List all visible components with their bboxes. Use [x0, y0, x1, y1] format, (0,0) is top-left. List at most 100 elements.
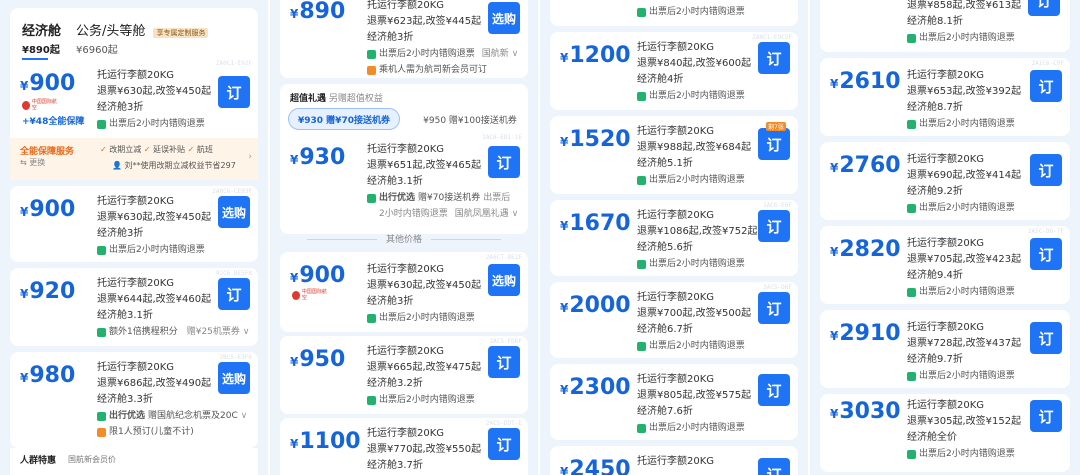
order-button[interactable]: 订: [1028, 0, 1060, 16]
fare-price: ¥2820: [830, 237, 901, 262]
fare-code: 2AC6-ED1-1E: [482, 134, 522, 141]
tab-first-badge: 享专属定制服务: [153, 28, 209, 38]
fare-price: ¥900: [290, 263, 346, 288]
guarantee-user-note: 👤 刘**使用改期立减权益节省297: [112, 161, 236, 170]
tab-economy-label: 经济舱: [22, 24, 62, 39]
fare-price: ¥2000: [560, 293, 631, 318]
fare-card[interactable]: 2A8C6-CE93F ¥900 托运行李额20KG 退票¥630起,改签¥450…: [10, 186, 258, 262]
fare-card[interactable]: 2BC5-E3F6 ¥980 托运行李额20KG 退票¥686起,改签¥490起经…: [10, 352, 258, 448]
chevron-right-icon: ›: [248, 152, 252, 162]
select-button[interactable]: 选购: [488, 2, 520, 34]
result-column-3: 出票后2小时内错购退票 ZA0C1-E9C2F ¥1200 托运行李额20KG 退…: [540, 0, 808, 475]
order-button[interactable]: 订: [1030, 322, 1062, 354]
gift-offer-card: 超值礼遇 另赠超值权益 ¥930 赠¥70接送机券 ¥950 赠¥100接送机券…: [280, 84, 528, 234]
order-button[interactable]: 订: [758, 128, 790, 160]
gift-option-selected[interactable]: ¥930 赠¥70接送机券: [288, 108, 400, 130]
fare-card[interactable]: 2A5C-D6-7F ¥2820 托运行李额20KG 退票¥705起,改签¥423…: [820, 226, 1070, 304]
fare-price: ¥1520: [560, 127, 631, 152]
gift-option[interactable]: ¥950 赠¥100接送机券: [420, 108, 520, 130]
crowd-offer-title: 人群特惠: [20, 456, 57, 466]
fare-card[interactable]: 2AC5-D6F ¥2000 托运行李额20KG 退票¥700起,改签¥500起经…: [550, 282, 798, 358]
order-button[interactable]: 订: [758, 42, 790, 74]
fare-card[interactable]: 2AC5-DDT-E ¥1100 托运行李额20KG 退票¥770起,改签¥550…: [280, 418, 528, 475]
fare-code: 2AC6-E6F: [763, 202, 792, 209]
result-column-1: 经济舱 ¥890起 公务/头等舱 享专属定制服务 ¥6960起 ZA0C1-E9…: [0, 0, 268, 475]
baggage-allowance: 托运行李额20KG: [97, 70, 175, 81]
fare-price: ¥2450: [560, 457, 631, 475]
order-button[interactable]: 订: [758, 374, 790, 406]
fare-code: 2AC5-DDT-E: [485, 420, 522, 427]
fare-price: ¥2300: [560, 375, 631, 400]
order-button[interactable]: 订: [1030, 70, 1062, 102]
guarantee-service-bar[interactable]: 全能保障服务 ⇆ 更换 ✓ 改期立减 ✓ 延误补贴 ✓ 航班 👤 刘**使用改期…: [10, 138, 258, 180]
refund-change-fee: 退票¥630起,改签¥450起: [97, 86, 212, 97]
fare-code: 2A1C6-C9F: [1031, 60, 1064, 67]
order-button[interactable]: 订: [488, 428, 520, 460]
order-button[interactable]: 订: [1030, 238, 1062, 270]
gift-header: 超值礼遇 另赠超值权益: [290, 94, 383, 104]
fare-card[interactable]: 2AC5-FD6F ¥950 托运行李额20KG 退票¥665起,改签¥475起经…: [280, 336, 528, 414]
fare-price: ¥3030: [830, 399, 901, 424]
tab-first-label: 公务/头等舱: [76, 24, 146, 39]
fare-details: 托运行李额20KG 退票¥665起,改签¥475起 经济舱3.2折 出票后2小时内错…: [367, 346, 482, 405]
order-button[interactable]: 订: [758, 458, 790, 475]
airline-logo: 中国国际航空: [292, 288, 328, 302]
fare-card[interactable]: ¥2760 托运行李额20KG 退票¥690起,改签¥414起 经济舱9.2折 出票…: [820, 142, 1070, 220]
order-button[interactable]: 订: [218, 76, 250, 108]
seats-left-badge: 剩7张: [766, 122, 786, 131]
fare-card[interactable]: ZA0C1-E9C2F ¥1200 托运行李额20KG 退票¥840起,改签¥60…: [550, 32, 798, 110]
select-button[interactable]: 选购: [218, 196, 250, 228]
select-button[interactable]: 选购: [218, 362, 250, 394]
fare-details: 托运行李额20KG 退票¥770起,改签¥550起 经济舱3.7折: [367, 428, 482, 471]
airline-logo: 中国国际航空: [22, 98, 58, 112]
fare-details: 托运行李额20KG 退票¥728起,改签¥437起 经济舱9.7折 出票后2小时内错…: [907, 322, 1022, 381]
fare-card[interactable]: 92C6-BE5F8 ¥920 托运行李额20KG 退票¥644起,改签¥460起…: [10, 268, 258, 346]
fare-code: 2A5C-D6-7F: [1027, 228, 1064, 235]
fare-details: 托运行李额20KG 退票¥988起,改签¥684起 经济舱5.1折 出票后2小时内错…: [637, 126, 752, 185]
order-button[interactable]: 订: [758, 292, 790, 324]
fare-price: ¥2610: [830, 69, 901, 94]
refund-shield-icon: [97, 119, 106, 129]
fare-price: ¥1200: [560, 43, 631, 68]
fare-price: ¥980: [20, 363, 76, 388]
order-button[interactable]: 订: [758, 210, 790, 242]
fare-details: 托运行李额20KG 退票¥690起,改签¥414起 经济舱9.2折 出票后2小时内错…: [907, 154, 1022, 213]
fare-details: 托运行李额20KG 退票¥653起,改签¥392起 经济舱8.7折 出票后2小时内错…: [907, 70, 1022, 129]
fare-card[interactable]: ¥2300 托运行李额20KG 退票¥805起,改签¥575起 经济舱7.6折 出票…: [550, 364, 798, 440]
guarantee-change-link[interactable]: ⇆ 更换: [20, 157, 45, 168]
fare-card[interactable]: 退票¥858起,改签¥613起 经济舱8.1折 出票后2小时内错购退票 订: [820, 0, 1070, 52]
fare-card[interactable]: 2A1C6-C9F ¥2610 托运行李额20KG 退票¥653起,改签¥392起…: [820, 58, 1070, 136]
fare-code: ZA0C1-E9C2F: [752, 34, 792, 41]
fare-code: 2AC5-FD6F: [489, 338, 522, 345]
order-button[interactable]: 订: [488, 146, 520, 178]
fare-details: 托运行李额20KG 退票¥630起,改签¥450起 经济舱3折 出票后2小时内错…: [97, 68, 211, 132]
fare-card[interactable]: 2AC6-E6F ¥1670 托运行李额20KG 退票¥1086起,改签¥752起…: [550, 200, 798, 276]
fare-card[interactable]: ¥3030 托运行李额20KG 退票¥305起,改签¥152起 经济舱全价 出票后2…: [820, 394, 1070, 472]
order-button[interactable]: 订: [488, 346, 520, 378]
order-button[interactable]: 订: [1030, 400, 1062, 432]
fare-price: ¥2760: [830, 153, 901, 178]
fare-code: ZA0C1-E92F: [215, 60, 252, 67]
fare-details: 托运行李额20KG 退票¥630起,改签¥450起 经济舱3折 出票后2小时内错购退…: [367, 264, 482, 323]
fare-card[interactable]: ¥2450 托运行李额20KG 订: [550, 446, 798, 475]
crowd-offer-card[interactable]: 人群特惠 国航新会员价: [10, 448, 258, 475]
tab-first-price: ¥6960起: [76, 45, 118, 56]
fare-card-partial[interactable]: 出票后2小时内错购退票: [550, 0, 798, 26]
order-button[interactable]: 订: [1030, 154, 1062, 186]
fare-details: 托运行李额20KG: [637, 456, 715, 467]
fare-price: ¥2910: [830, 321, 901, 346]
guarantee-plus-price: +¥48全能保障: [22, 117, 85, 127]
fare-card[interactable]: ¥1520 托运行李额20KG 退票¥988起,改签¥684起 经济舱5.1折 出票…: [550, 116, 798, 194]
fare-price: ¥1100: [290, 429, 361, 454]
fare-details: 托运行李额20KG 退票¥1086起,改签¥752起 经济舱5.6折 出票后2小时内…: [637, 210, 758, 269]
fare-card[interactable]: ¥2910 托运行李额20KG 退票¥728起,改签¥437起 经济舱9.7折 出票…: [820, 310, 1070, 388]
fare-card[interactable]: 2A6CT-BE2F ¥900 中国国际航空 托运行李额20KG 退票¥630起,…: [280, 252, 528, 332]
tab-first-class[interactable]: 公务/头等舱 享专属定制服务 ¥6960起: [76, 20, 209, 56]
fare-details: 托运行李额20KG 退票¥705起,改签¥423起 经济舱9.4折 出票后2小时内错…: [907, 238, 1022, 297]
select-button[interactable]: 选购: [488, 264, 520, 296]
order-button[interactable]: 订: [218, 278, 250, 310]
tab-economy[interactable]: 经济舱 ¥890起: [22, 20, 61, 60]
fare-price: ¥900: [20, 71, 76, 96]
fare-price: ¥920: [20, 279, 76, 304]
fare-card[interactable]: ¥890 托运行李额20KG 退票¥623起,改签¥445起 经济舱3折 出票后2小…: [280, 0, 528, 78]
